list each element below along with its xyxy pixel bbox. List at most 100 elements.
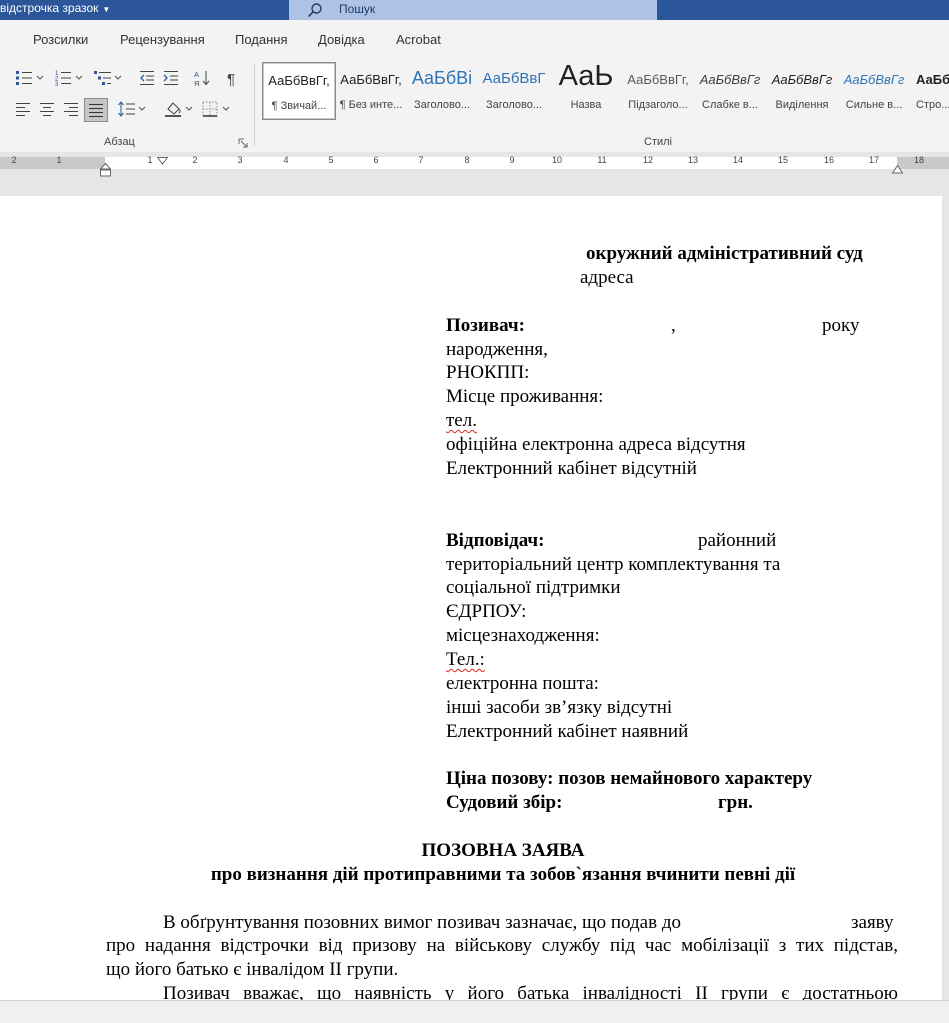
styles-gallery: АаБбВвГг, ¶ Звичай... АаБбВвГг, ¶ Без ин… [262,60,949,120]
align-left-icon[interactable] [14,100,32,118]
ruler-number: 14 [732,155,744,165]
shading-icon[interactable] [164,100,193,118]
defendant-district: районний [698,530,777,551]
style-sample: АаБбВвГг [699,72,761,87]
align-center-icon[interactable] [38,100,56,118]
style-subtle-emphasis[interactable]: АаБбВвГг Слабке в... [694,62,766,118]
style-title[interactable]: АаЬ Назва [550,60,622,118]
svg-text:Я: Я [194,79,199,87]
search-icon [307,2,323,18]
paragraph1-line3: що його батько є інвалідом ІІ групи. [106,959,399,980]
document-title[interactable]: відстрочка зразок ▼ [0,1,110,17]
ruler-number: 11 [597,155,607,165]
ruler-number: 18 [913,155,925,165]
document-title-text: відстрочка зразок [0,1,99,15]
style-sample: АаБбВвГ [482,70,546,87]
style-normal[interactable]: АаБбВвГг, ¶ Звичай... [262,62,336,120]
style-heading-1[interactable]: АаБбВі Заголово... [406,62,478,118]
tab-acrobat[interactable]: Acrobat [396,32,441,47]
plaintiff-email: офіційна електронна адреса відсутня [446,434,746,455]
justify-icon[interactable] [84,98,108,122]
plaintiff-rnokpp: РНОКПП: [446,362,530,383]
style-name: Стро... [916,99,949,111]
document-heading: ПОЗОВНА ЗАЯВА [421,840,585,861]
increase-indent-icon[interactable] [162,69,180,87]
ruler-number: 2 [192,155,198,165]
court-name: окружний адміністративний суд [586,243,863,264]
decrease-indent-icon[interactable] [138,69,156,87]
right-indent-marker-icon[interactable] [891,161,904,179]
style-name: Слабке в... [702,99,758,111]
style-name: Назва [570,99,602,111]
document-subheading: про визнання дій протиправними та зобов`… [210,864,796,885]
defendant-name-line2: соціальної підтримки [446,577,621,598]
defendant-other-contacts: інші засоби зв’язку відсутні [446,697,673,718]
first-line-indent-marker-icon[interactable] [156,152,169,170]
borders-icon[interactable] [201,100,230,118]
ruler-number: 16 [823,155,835,165]
defendant-name-line1: територіальний центр комплектування та [446,554,781,575]
style-name: Сильне в... [845,99,903,111]
ruler-number: 8 [464,155,470,165]
numbering-icon[interactable]: 123 [54,69,83,87]
plaintiff-cabinet: Електронний кабінет відсутній [446,458,697,479]
style-name: Виділення [775,99,829,111]
tab-view[interactable]: Подання [235,32,288,47]
paragraph-dialog-launcher-icon[interactable] [238,138,248,148]
tab-mailings[interactable]: Розсилки [33,32,88,47]
document-page[interactable]: окружний адміністративний суд адреса Поз… [0,196,942,1000]
style-no-spacing[interactable]: АаБбВвГг, ¶ Без инте... [335,62,407,118]
style-intense-emphasis[interactable]: АаБбВвГг Сильне в... [838,62,910,118]
line-spacing-icon[interactable] [117,100,146,118]
vertical-scrollbar[interactable] [942,196,949,1000]
search-placeholder: Пошук [339,2,376,16]
ruler-number: 5 [328,155,334,165]
svg-text:3: 3 [55,82,59,87]
defendant-label: Відповідач: [446,530,545,551]
ruler-number: 7 [418,155,424,165]
sort-icon[interactable]: АЯ [193,69,211,87]
court-fee-label: Судовий збір: [446,792,563,813]
svg-text:А: А [194,70,199,79]
paragraph1-end: заяву [851,912,894,933]
ribbon-group-separator [254,64,255,146]
horizontal-ruler[interactable]: 2 1 1 2 3 4 5 6 7 8 9 10 11 12 13 14 15 … [0,152,949,196]
plaintiff-residence: Місце проживання: [446,386,604,407]
style-sample: АаБбВвГг [771,72,833,87]
align-right-icon[interactable] [62,100,80,118]
plaintiff-phone: тел. [446,410,477,431]
hanging-indent-marker-icon[interactable] [99,162,112,182]
plaintiff-birth: народження, [446,339,548,360]
defendant-email: електронна пошта: [446,673,599,694]
tab-review[interactable]: Рецензування [120,32,205,47]
ruler-number: 1 [56,155,62,165]
court-fee-currency: грн. [718,792,753,813]
style-emphasis[interactable]: АаБбВвГг Виділення [766,62,838,118]
ruler-strip [0,157,949,169]
style-sample: АаБбВі [411,68,473,88]
search-box[interactable]: Пошук [289,0,657,20]
plaintiff-label: Позивач: [446,315,525,336]
style-subtitle[interactable]: АаБбВвГг, Підзаголо... [622,62,694,118]
bullets-icon[interactable] [14,69,44,87]
tab-help[interactable]: Довідка [318,32,365,47]
title-bar: відстрочка зразок ▼ Пошук [0,0,949,20]
ruler-number: 12 [642,155,654,165]
style-heading-2[interactable]: АаБбВвГ Заголово... [478,62,550,118]
style-name: ¶ Звичай... [271,100,327,112]
style-strong[interactable]: АаБб Стро... [910,62,949,118]
svg-text:¶: ¶ [227,71,235,87]
ruler-number: 17 [868,155,880,165]
ruler-number: 13 [687,155,699,165]
claim-price: Ціна позову: позов немайнового характеру [446,768,813,789]
styles-group-label: Стилі [644,136,672,148]
defendant-edrpou: ЄДРПОУ: [446,601,527,622]
defendant-phone: Тел.: [446,649,485,670]
style-name: Підзаголо... [628,99,688,111]
plaintiff-comma: , [671,315,676,336]
show-formatting-icon[interactable]: ¶ [224,69,242,87]
multilevel-list-icon[interactable] [93,69,122,87]
paragraph-group-label: Абзац [104,136,135,148]
court-address: адреса [580,267,634,288]
style-name: ¶ Без инте... [339,99,403,111]
